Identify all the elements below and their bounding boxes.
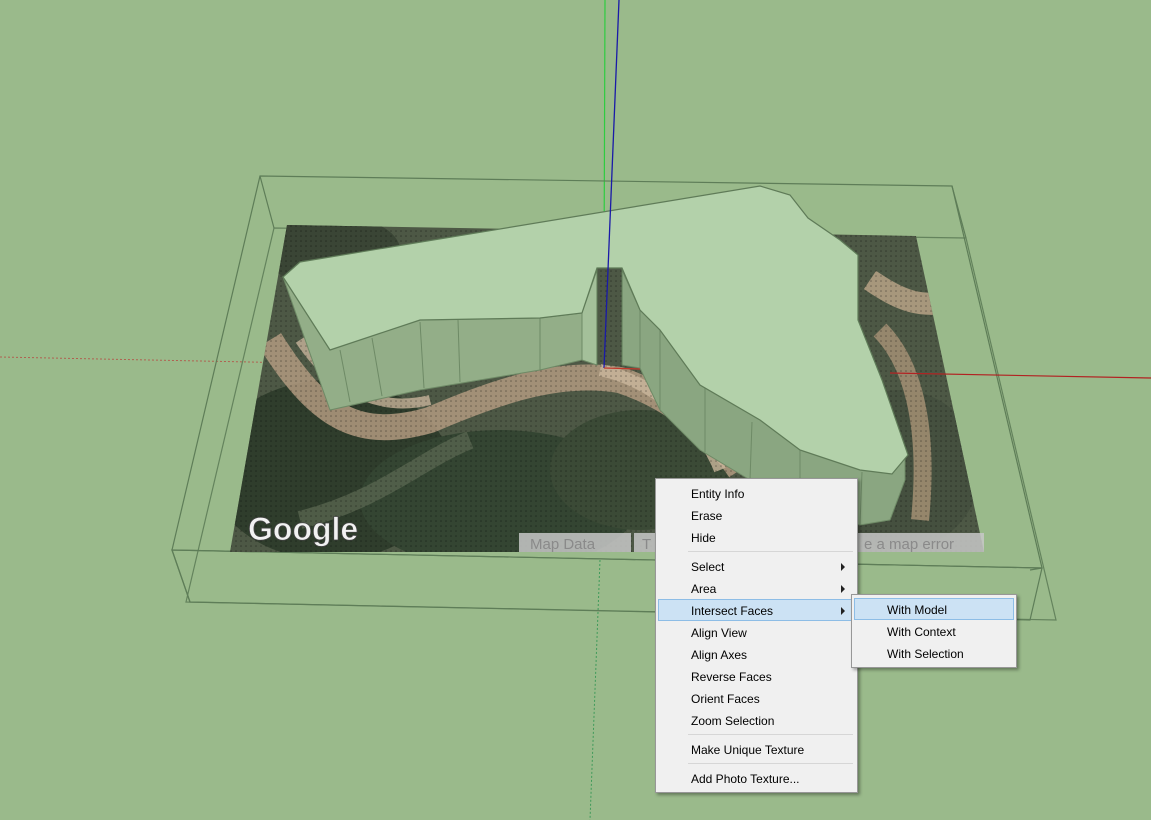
menu-item-label: Add Photo Texture... [691, 772, 800, 786]
menu-item-label: Reverse Faces [691, 670, 772, 684]
menu-item-entity-info[interactable]: Entity Info [658, 482, 855, 504]
menu-item-erase[interactable]: Erase [658, 504, 855, 526]
attribution-terms: T [642, 536, 651, 553]
menu-item-reverse-faces[interactable]: Reverse Faces [658, 665, 855, 687]
attribution-report-error: e a map error [864, 536, 954, 553]
google-logo: Google [248, 511, 358, 547]
menu-item-label: Zoom Selection [691, 714, 775, 728]
attribution-map-data: Map Data [530, 536, 596, 553]
menu-item-label: Select [691, 560, 725, 574]
submenu-item-label: With Model [887, 603, 948, 617]
menu-item-label: Hide [691, 531, 716, 545]
menu-item-label: Make Unique Texture [691, 743, 805, 757]
menu-item-align-view[interactable]: Align View [658, 621, 855, 643]
submenu-arrow-icon [841, 585, 845, 593]
submenu-item-with-context[interactable]: With Context [854, 620, 1014, 642]
menu-item-area[interactable]: Area [658, 577, 855, 599]
red-axis-left [0, 356, 301, 364]
menu-item-label: Erase [691, 509, 723, 523]
menu-item-add-photo-texture[interactable]: Add Photo Texture... [658, 767, 855, 789]
menu-separator [688, 734, 853, 735]
menu-item-label: Align View [691, 626, 747, 640]
intersect-faces-submenu: With Model With Context With Selection [851, 594, 1017, 668]
model-viewport[interactable]: Google Map Data T e a map error [0, 0, 1151, 820]
green-axis-down [589, 559, 601, 820]
menu-separator [688, 551, 853, 552]
menu-item-label: Entity Info [691, 487, 745, 501]
submenu-arrow-icon [841, 607, 845, 615]
submenu-item-label: With Selection [887, 647, 964, 661]
menu-item-zoom-selection[interactable]: Zoom Selection [658, 709, 855, 731]
menu-item-orient-faces[interactable]: Orient Faces [658, 687, 855, 709]
menu-item-hide[interactable]: Hide [658, 526, 855, 548]
context-menu: Entity Info Erase Hide Select Area Intersect … [655, 478, 858, 793]
menu-item-label: Intersect Faces [691, 604, 774, 618]
submenu-arrow-icon [841, 563, 845, 571]
menu-item-label: Area [691, 582, 717, 596]
menu-item-make-unique-texture[interactable]: Make Unique Texture [658, 738, 855, 760]
menu-separator [688, 763, 853, 764]
submenu-item-label: With Context [887, 625, 956, 639]
submenu-item-with-model[interactable]: With Model [854, 598, 1014, 620]
menu-item-label: Align Axes [691, 648, 748, 662]
submenu-item-with-selection[interactable]: With Selection [854, 642, 1014, 664]
menu-item-select[interactable]: Select [658, 555, 855, 577]
menu-item-intersect-faces[interactable]: Intersect Faces [658, 599, 855, 621]
menu-item-label: Orient Faces [691, 692, 760, 706]
menu-item-align-axes[interactable]: Align Axes [658, 643, 855, 665]
